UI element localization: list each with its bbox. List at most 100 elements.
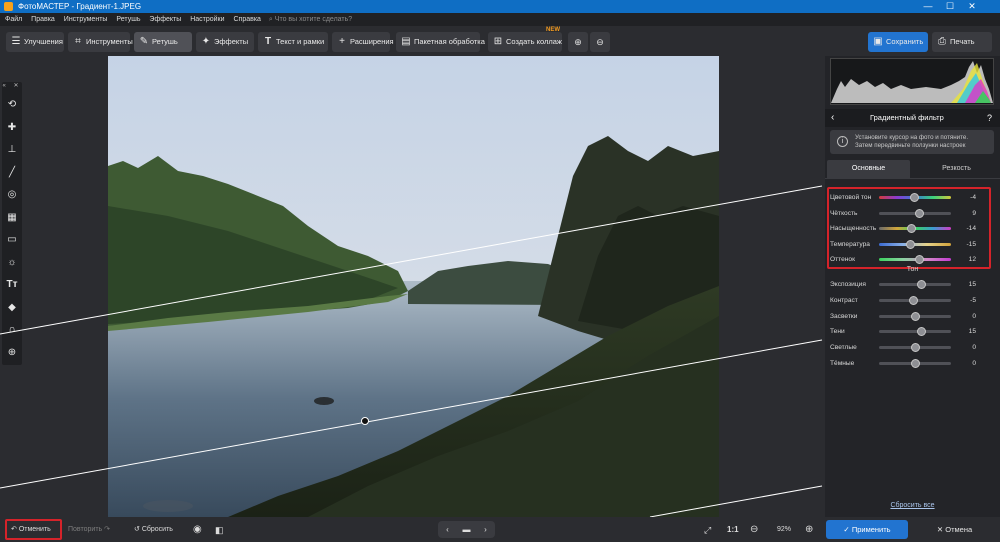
slider-label: Тёмные [830,360,855,367]
slider-knob[interactable] [906,224,916,234]
menu-settings[interactable]: Настройки [188,13,226,26]
slider-value[interactable]: 0 [956,340,976,355]
strip-header[interactable]: « ✕ [2,82,22,90]
vignette-icon[interactable]: ▭ [6,234,18,246]
redo-button[interactable]: Повторить ↷ [68,521,116,539]
menu-help[interactable]: Справка [231,13,262,26]
heal-icon[interactable]: ⟲ [6,99,18,111]
gradient-icon[interactable]: ▦ [6,212,18,224]
slider-value[interactable]: 9 [956,206,976,221]
slider-label: Контраст [830,296,858,304]
globe-icon[interactable]: ⊕ [6,347,18,359]
app-icon [4,2,13,11]
eye-icon[interactable]: ◉ [193,521,207,539]
photo-canvas[interactable] [108,56,719,517]
menu-search[interactable]: ⌕ Что вы хотите сделать? [269,13,352,26]
slider-track[interactable] [879,280,951,289]
menu-retouch[interactable]: Ретушь [114,13,142,26]
cancel-button[interactable]: ✕ Отмена [912,520,997,539]
tab-retouch[interactable]: ✎ Ретушь [134,32,192,52]
next-photo-icon[interactable]: › [476,521,495,538]
chevron-left-icon[interactable]: ‹ [831,109,834,127]
slider-track[interactable] [879,193,951,202]
slider-knob[interactable] [914,208,924,218]
patch-icon[interactable]: ✚ [6,122,18,134]
undo-button[interactable]: ↶ Отменить [5,519,62,540]
slider-value[interactable]: 15 [956,324,976,339]
slider-track[interactable] [879,224,951,234]
window-title: ФотоМАСТЕР - Градиент-1.JPEG [18,2,142,11]
tab-label: Эффекты [214,37,249,46]
tab-label: Расширения [350,37,394,46]
compare-icon[interactable]: ◧ [215,521,227,539]
fit-screen-icon[interactable]: ⤢ [704,521,718,539]
menu-file[interactable]: Файл [3,13,24,26]
slider-knob[interactable] [916,280,926,289]
print-label: Печать [950,37,975,46]
text-tool-icon[interactable]: Tт [6,279,18,291]
minimize-button[interactable]: — [918,0,938,13]
tab-basic[interactable]: Основные [827,160,910,178]
search-icon: ⌕ [268,16,273,23]
slider-track[interactable] [879,208,951,218]
slider-track[interactable] [879,295,951,305]
slider-value[interactable]: 0 [956,309,976,324]
slider-track[interactable] [879,311,951,321]
reset-all-link[interactable]: Сбросить все [825,502,1000,509]
tab-tools[interactable]: ⌗ Инструменты [68,32,133,52]
actual-size-button[interactable]: 1:1 [727,521,743,539]
slider-track[interactable] [879,343,951,353]
slider-knob[interactable] [916,327,926,337]
create-collage-button[interactable]: ⊞ Создать коллаж NEW [488,27,562,52]
light-icon[interactable]: ☼ [6,257,18,269]
slider-knob[interactable] [915,255,925,265]
slider-row: Чёткость 9 [830,206,995,221]
tab-text-frames[interactable]: T Текст и рамки [258,32,328,52]
slider-knob[interactable] [908,295,918,305]
slider-value[interactable]: 15 [956,277,976,292]
menu-edit[interactable]: Правка [29,13,57,26]
add-layer-button[interactable]: ⊕ [568,32,588,52]
radial-icon[interactable]: ◎ [6,189,18,201]
slider-knob[interactable] [911,311,920,321]
slider-value[interactable]: 0 [956,356,976,371]
apply-button[interactable]: ✓ Применить [826,520,908,539]
magnet-icon[interactable]: ∩ [6,324,18,336]
tab-enhancements[interactable]: ☰ Улучшения [6,32,64,52]
remove-layer-button[interactable]: ⊖ [590,32,610,52]
slider-track[interactable] [879,359,951,368]
slider-track[interactable] [879,255,951,265]
menu-effects[interactable]: Эффекты [147,13,183,26]
batch-processing-button[interactable]: ▤ Пакетная обработка [396,32,485,52]
slider-knob[interactable] [911,359,920,368]
tab-sharpness[interactable]: Резкость [915,160,998,178]
prev-photo-icon[interactable]: ‹ [438,521,457,538]
slider-value[interactable]: -4 [956,190,976,205]
new-badge: NEW [546,27,560,33]
print-button[interactable]: ⎙ Печать [932,32,992,52]
help-button[interactable]: ? [987,109,992,127]
stamp-icon[interactable]: ⊥ [6,144,18,156]
zoom-out-icon[interactable]: ⊖ [750,521,762,539]
slider-value[interactable]: -14 [956,221,976,236]
folder-icon[interactable]: ▬ [457,521,476,538]
slider-knob[interactable] [905,239,915,249]
slider-value[interactable]: -5 [956,293,976,308]
slider-track[interactable] [879,327,951,337]
tab-label: Ретушь [152,37,178,46]
close-button[interactable]: ✕ [962,0,982,13]
slider-knob[interactable] [909,193,919,202]
zoom-level[interactable]: 92% [770,521,798,539]
tab-extensions[interactable]: + Расширения [332,32,394,52]
maximize-button[interactable]: ☐ [940,0,960,13]
menu-tools[interactable]: Инструменты [62,13,110,26]
save-button[interactable]: ▣ Сохранить [868,32,928,52]
reset-button[interactable]: ↺ Сбросить [134,521,176,539]
zoom-in-icon[interactable]: ⊕ [805,521,817,539]
slider-track[interactable] [879,239,951,249]
slider-value[interactable]: -15 [956,237,976,252]
tab-effects[interactable]: ✦ Эффекты [196,32,254,52]
slider-knob[interactable] [911,343,920,353]
fill-icon[interactable]: ◆ [6,302,18,314]
brush-tool-icon[interactable]: ╱ [6,167,18,179]
